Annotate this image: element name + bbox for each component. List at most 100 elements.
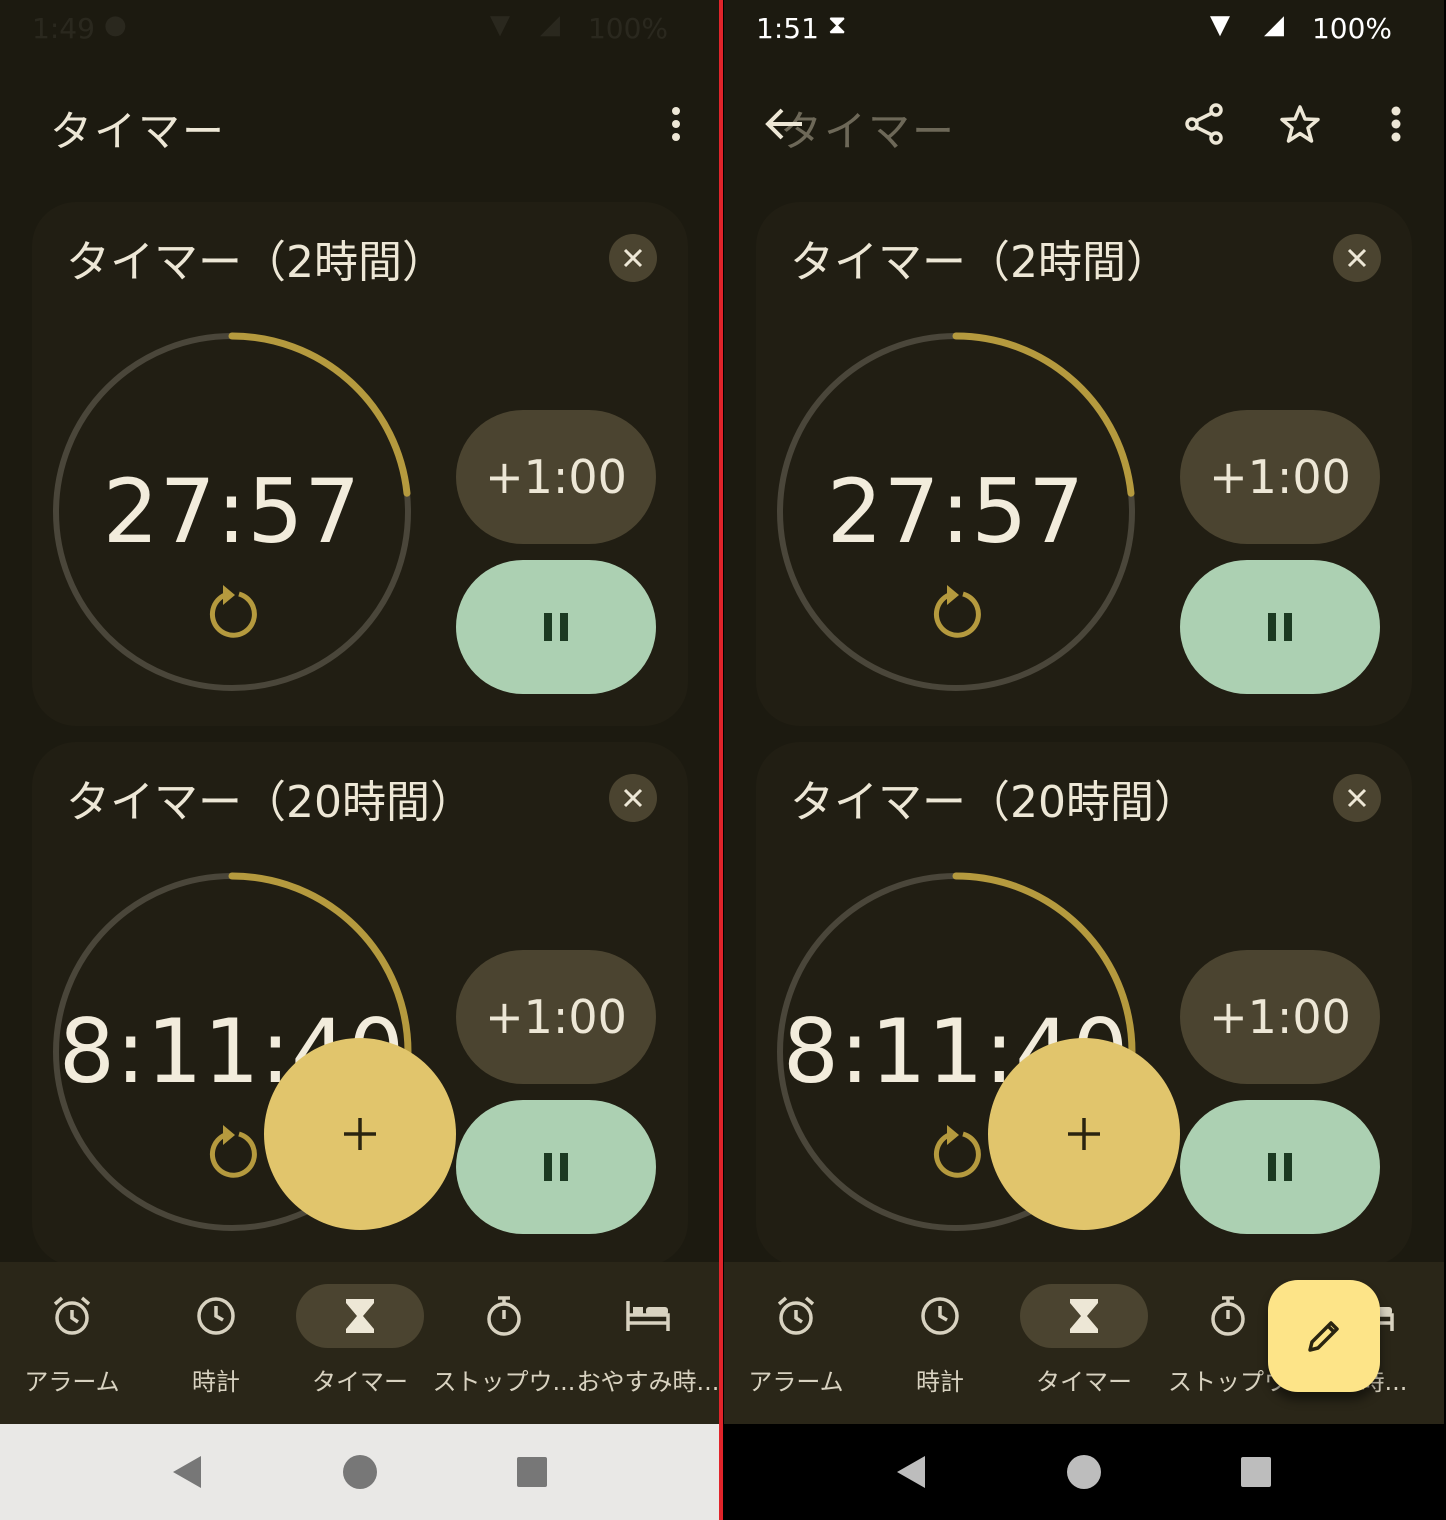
more-vert-icon xyxy=(1391,106,1401,142)
reset-icon xyxy=(209,585,257,638)
alarm-icon xyxy=(53,1296,91,1335)
close-icon xyxy=(623,788,643,808)
battery-level: 100% xyxy=(1311,12,1392,45)
nav-label: アラーム xyxy=(748,1368,844,1396)
reset-timer-button[interactable] xyxy=(926,582,986,642)
status-time: 1:51 xyxy=(756,12,819,45)
delete-timer-button[interactable] xyxy=(1333,234,1381,282)
timer-remaining: 27:57 xyxy=(826,460,1086,563)
nav-item-alarm[interactable]: アラーム xyxy=(724,1262,868,1424)
edit-fab[interactable] xyxy=(1268,1280,1380,1392)
close-icon xyxy=(1347,788,1367,808)
system-navigation-bar xyxy=(0,1424,720,1520)
reset-icon xyxy=(933,1125,981,1178)
status-bar: 1:51 ⧗ ▼ ◢ 100% xyxy=(724,0,1444,58)
reset-timer-button[interactable] xyxy=(926,1122,986,1182)
delete-timer-button[interactable] xyxy=(609,234,657,282)
nav-item-timer[interactable]: タイマー xyxy=(288,1262,432,1424)
recents-icon xyxy=(517,1457,547,1487)
add-minute-button[interactable]: +1:00 xyxy=(1180,950,1380,1084)
arrow-back-icon xyxy=(765,108,802,140)
nav-label: タイマー xyxy=(312,1368,408,1396)
favorite-button[interactable] xyxy=(1268,92,1332,156)
comparison-divider xyxy=(719,0,723,1520)
nav-item-stopwatch[interactable]: ストップウ... xyxy=(432,1262,576,1424)
plus-icon xyxy=(344,1118,376,1150)
delete-timer-button[interactable] xyxy=(609,774,657,822)
close-icon xyxy=(623,248,643,268)
timer-card: タイマー（2時間） 27:57 +1:00 xyxy=(32,202,688,726)
add-timer-fab[interactable] xyxy=(988,1038,1180,1230)
back-button[interactable] xyxy=(752,92,816,156)
nav-item-clock[interactable]: 時計 xyxy=(144,1262,288,1424)
bed-icon xyxy=(626,1301,670,1331)
alarm-icon xyxy=(777,1296,815,1335)
nav-item-alarm[interactable]: アラーム xyxy=(0,1262,144,1424)
share-button[interactable] xyxy=(1172,92,1236,156)
status-bar: 1:49 ● ▼ ◢ 100% xyxy=(0,0,720,58)
battery-level: 100% xyxy=(587,12,668,45)
pencil-icon xyxy=(1308,1321,1339,1352)
wifi-icon: ▼ xyxy=(490,10,510,40)
pause-button[interactable] xyxy=(1180,1100,1380,1234)
nav-item-clock[interactable]: 時計 xyxy=(868,1262,1012,1424)
wifi-icon: ▼ xyxy=(1210,10,1230,40)
reset-timer-button[interactable] xyxy=(202,1122,262,1182)
reset-icon xyxy=(933,585,981,638)
timer-label: タイマー（20時間） xyxy=(790,777,1198,828)
home-icon xyxy=(343,1455,377,1489)
pause-button[interactable] xyxy=(1180,560,1380,694)
nav-label: 時計 xyxy=(192,1368,240,1396)
home-icon xyxy=(1067,1455,1101,1489)
system-navigation-bar xyxy=(724,1424,1444,1520)
timer-remaining: 27:57 xyxy=(102,460,362,563)
timer-label: タイマー（2時間） xyxy=(790,237,1170,288)
add-timer-fab[interactable] xyxy=(264,1038,456,1230)
nav-label: 時計 xyxy=(916,1368,964,1396)
reset-icon xyxy=(209,1125,257,1178)
line-notification-icon: ● xyxy=(104,10,127,40)
star-outline-icon xyxy=(1280,105,1320,143)
pause-icon xyxy=(1268,1153,1292,1181)
hourglass-icon xyxy=(346,1299,374,1333)
system-home-button[interactable] xyxy=(340,1452,380,1492)
more-vert-icon xyxy=(672,107,680,141)
share-icon xyxy=(1185,103,1223,145)
page-title: タイマー xyxy=(50,107,227,156)
app-bar: タイマー xyxy=(0,70,720,180)
timer-label: タイマー（2時間） xyxy=(66,237,446,288)
nav-label: アラーム xyxy=(24,1368,120,1396)
back-icon xyxy=(173,1456,201,1488)
hourglass-icon xyxy=(1070,1299,1098,1333)
app-bar: タイマー xyxy=(724,70,1444,180)
nav-item-timer[interactable]: タイマー xyxy=(1012,1262,1156,1424)
nav-item-bedtime[interactable]: おやすみ時... xyxy=(576,1262,720,1424)
system-back-button[interactable] xyxy=(166,1452,206,1492)
timer-label: タイマー（20時間） xyxy=(66,777,474,828)
add-minute-button[interactable]: +1:00 xyxy=(456,950,656,1084)
more-options-button[interactable] xyxy=(1364,92,1428,156)
nav-label: おやすみ時... xyxy=(576,1368,720,1396)
reset-timer-button[interactable] xyxy=(202,582,262,642)
add-minute-button[interactable]: +1:00 xyxy=(456,410,656,544)
system-recents-button[interactable] xyxy=(512,1452,552,1492)
stopwatch-icon xyxy=(1211,1296,1245,1336)
pause-button[interactable] xyxy=(456,560,656,694)
bottom-navigation: アラーム 時計 タイマー ストップウ... おやすみ時... xyxy=(0,1262,720,1424)
pause-icon xyxy=(544,613,568,641)
system-recents-button[interactable] xyxy=(1236,1452,1276,1492)
signal-icon: ◢ xyxy=(540,10,560,40)
system-back-button[interactable] xyxy=(890,1452,930,1492)
nav-label: ストップウ... xyxy=(432,1368,576,1396)
close-icon xyxy=(1347,248,1367,268)
pause-button[interactable] xyxy=(456,1100,656,1234)
status-time: 1:49 xyxy=(32,12,95,45)
timer-card: タイマー（2時間） 27:57 +1:00 xyxy=(756,202,1412,726)
back-icon xyxy=(897,1456,925,1488)
system-home-button[interactable] xyxy=(1064,1452,1104,1492)
pause-icon xyxy=(544,1153,568,1181)
delete-timer-button[interactable] xyxy=(1333,774,1381,822)
right-screen: 1:51 ⧗ ▼ ◢ 100% タイマー タイマー（2時間） 27:57 +1:… xyxy=(724,0,1444,1520)
more-options-button[interactable] xyxy=(644,92,708,156)
add-minute-button[interactable]: +1:00 xyxy=(1180,410,1380,544)
